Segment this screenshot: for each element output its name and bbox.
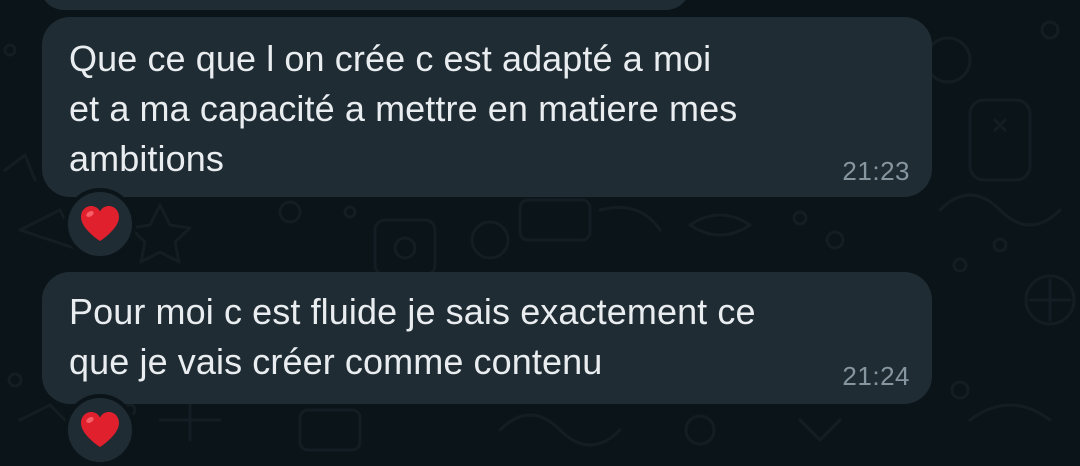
previous-message-bubble-edge xyxy=(40,0,690,10)
message-timestamp: 21:24 xyxy=(842,361,910,391)
heart-icon xyxy=(81,412,119,447)
message-bubble[interactable]: Que ce que l on crée c est adapté a moi … xyxy=(42,17,932,197)
message-timestamp: 21:23 xyxy=(842,156,910,186)
heart-icon xyxy=(81,206,119,241)
message-bubble[interactable]: Pour moi c est fluide je sais exactement… xyxy=(42,272,932,404)
message-reaction[interactable] xyxy=(64,394,136,466)
message-reaction[interactable] xyxy=(64,188,136,260)
message-text: Que ce que l on crée c est adapté a moi … xyxy=(69,38,738,179)
message-text: Pour moi c est fluide je sais exactement… xyxy=(69,291,756,382)
